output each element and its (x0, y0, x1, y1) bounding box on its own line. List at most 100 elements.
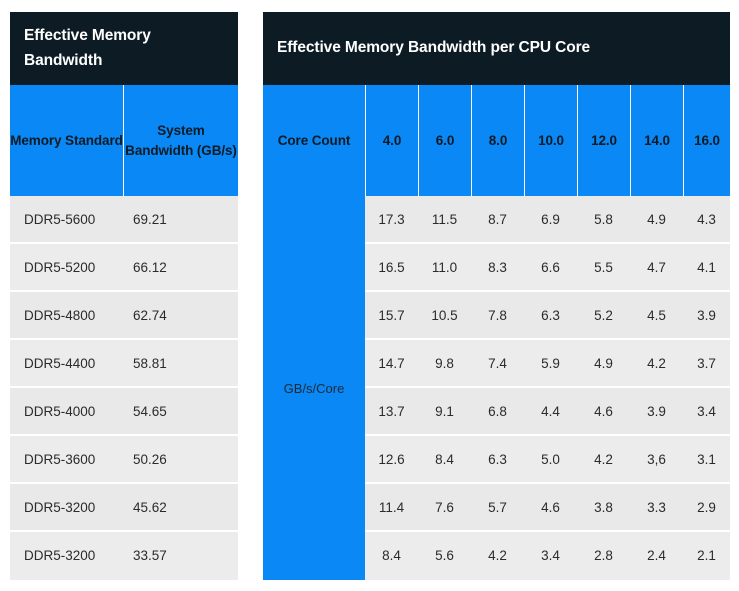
cell-system-bandwidth-8: 33.57 (133, 547, 167, 563)
column-header-core-4: 4.0 (365, 85, 418, 196)
row-separator-4 (10, 386, 238, 388)
cell-bw-r5-c1: 13.7 (378, 403, 405, 419)
row-separator-6 (10, 482, 238, 484)
right-table-title: Effective Memory Bandwidth per CPU Core (263, 12, 730, 85)
cell-bw-r1-c4: 6.9 (541, 211, 560, 227)
cell-bw-r6-c5: 4.2 (594, 451, 613, 467)
cell-bw-r7-c6: 3.3 (647, 499, 666, 515)
cell-bw-r3-c6: 4.5 (647, 307, 666, 323)
cell-bw-r6-c6: 3,6 (647, 451, 666, 467)
cell-bw-r8-c7: 2.1 (697, 547, 716, 563)
cell-bw-r2-c3: 8.3 (488, 259, 507, 275)
column-header-memory-standard: Memory Standard (10, 85, 123, 196)
table-screenshot: Effective Memory Bandwidth Effective Mem… (0, 0, 739, 591)
cell-memory-standard-5: DDR5-4000 (24, 403, 96, 419)
column-header-core-8: 8.0 (471, 85, 524, 196)
cell-bw-r1-c7: 4.3 (697, 211, 716, 227)
cell-bw-r2-c1: 16.5 (378, 259, 405, 275)
cell-bw-r8-c6: 2.4 (647, 547, 666, 563)
cell-bw-r6-c3: 6.3 (488, 451, 507, 467)
cell-bw-r1-c5: 5.8 (594, 211, 613, 227)
cell-bw-r1-c1: 17.3 (378, 211, 405, 227)
cell-bw-r8-c5: 2.8 (594, 547, 613, 563)
row-separator-1 (10, 242, 238, 244)
cell-bw-r8-c4: 3.4 (541, 547, 560, 563)
cell-bw-r7-c1: 11.4 (378, 499, 405, 515)
right-row-separator-7 (365, 530, 730, 532)
cell-bw-r6-c2: 8.4 (435, 451, 454, 467)
right-row-separator-2 (365, 290, 730, 292)
right-row-separator-3 (365, 338, 730, 340)
row-separator-7 (10, 530, 238, 532)
cell-bw-r5-c5: 4.6 (594, 403, 613, 419)
title-gap-spacer (238, 12, 263, 85)
column-header-core-count: Core Count (263, 85, 365, 196)
cell-system-bandwidth-3: 62.74 (133, 307, 167, 323)
cell-bw-r3-c7: 3.9 (697, 307, 716, 323)
cell-system-bandwidth-1: 69.21 (133, 211, 167, 227)
cell-bw-r3-c4: 6.3 (541, 307, 560, 323)
cell-memory-standard-3: DDR5-4800 (24, 307, 96, 323)
cell-bw-r5-c6: 3.9 (647, 403, 666, 419)
cell-bw-r8-c1: 8.4 (382, 547, 401, 563)
cell-bw-r7-c7: 2.9 (697, 499, 716, 515)
cell-bw-r7-c2: 7.6 (435, 499, 454, 515)
cell-bw-r4-c2: 9.8 (435, 355, 454, 371)
cell-memory-standard-1: DDR5-5600 (24, 211, 96, 227)
cell-memory-standard-6: DDR5-3600 (24, 451, 96, 467)
cell-bw-r8-c2: 5.6 (435, 547, 454, 563)
cell-bw-r6-c1: 12.6 (378, 451, 405, 467)
row-separator-2 (10, 290, 238, 292)
cell-bw-r7-c5: 3.8 (594, 499, 613, 515)
cell-memory-standard-2: DDR5-5200 (24, 259, 96, 275)
cell-bw-r2-c7: 4.1 (697, 259, 716, 275)
cell-bw-r5-c4: 4.4 (541, 403, 560, 419)
right-row-separator-1 (365, 242, 730, 244)
cell-bw-r2-c5: 5.5 (594, 259, 613, 275)
cell-bw-r4-c5: 4.9 (594, 355, 613, 371)
right-row-separator-5 (365, 434, 730, 436)
cell-memory-standard-4: DDR5-4400 (24, 355, 96, 371)
right-row-separator-4 (365, 386, 730, 388)
cell-bw-r6-c7: 3.1 (697, 451, 716, 467)
cell-system-bandwidth-5: 54.65 (133, 403, 167, 419)
cell-bw-r7-c4: 4.6 (541, 499, 560, 515)
cell-bw-r2-c6: 4.7 (647, 259, 666, 275)
column-header-core-6: 6.0 (418, 85, 471, 196)
cell-bw-r3-c5: 5.2 (594, 307, 613, 323)
cell-memory-standard-8: DDR5-3200 (24, 547, 96, 563)
cell-system-bandwidth-7: 45.62 (133, 499, 167, 515)
cell-bw-r8-c3: 4.2 (488, 547, 507, 563)
column-header-core-14: 14.0 (630, 85, 683, 196)
cell-bw-r4-c7: 3.7 (697, 355, 716, 371)
cell-bw-r1-c6: 4.9 (647, 211, 666, 227)
cell-bw-r1-c2: 11.5 (431, 211, 458, 227)
left-table-title: Effective Memory Bandwidth (10, 12, 238, 85)
cell-bw-r2-c4: 6.6 (541, 259, 560, 275)
cell-memory-standard-7: DDR5-3200 (24, 499, 96, 515)
cell-bw-r4-c3: 7.4 (488, 355, 507, 371)
cell-bw-r5-c2: 9.1 (435, 403, 454, 419)
cell-bw-r5-c3: 6.8 (488, 403, 507, 419)
cell-system-bandwidth-6: 50.26 (133, 451, 167, 467)
cell-bw-r6-c4: 5.0 (541, 451, 560, 467)
cell-bw-r4-c4: 5.9 (541, 355, 560, 371)
cell-system-bandwidth-2: 66.12 (133, 259, 167, 275)
column-header-system-bandwidth: System Bandwidth (GB/s) (123, 85, 238, 196)
cell-bw-r2-c2: 11.0 (431, 259, 458, 275)
column-header-core-16: 16.0 (683, 85, 730, 196)
cell-bw-r4-c6: 4.2 (647, 355, 666, 371)
row-separator-5 (10, 434, 238, 436)
unit-label-cell: GB/s/Core (263, 196, 365, 580)
header-gap-spacer (238, 85, 263, 196)
column-header-core-10: 10.0 (524, 85, 577, 196)
cell-bw-r5-c7: 3.4 (697, 403, 716, 419)
cell-bw-r7-c3: 5.7 (488, 499, 507, 515)
cell-bw-r4-c1: 14.7 (378, 355, 405, 371)
cell-bw-r1-c3: 8.7 (488, 211, 507, 227)
cell-bw-r3-c1: 15.7 (378, 307, 405, 323)
cell-system-bandwidth-4: 58.81 (133, 355, 167, 371)
right-row-separator-6 (365, 482, 730, 484)
cell-bw-r3-c2: 10.5 (431, 307, 458, 323)
body-gap-spacer (238, 196, 263, 580)
